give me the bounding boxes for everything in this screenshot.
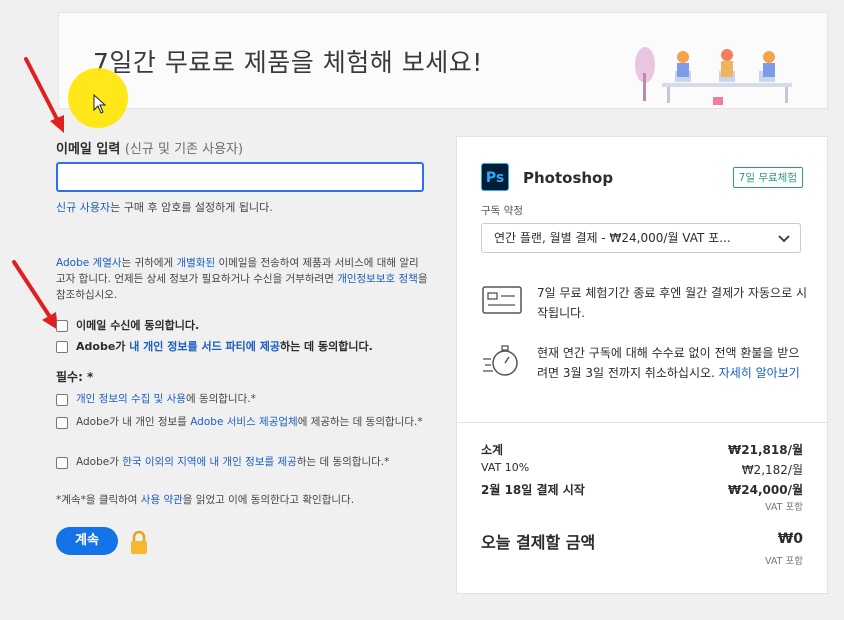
refund-info: 현재 연간 구독에 대해 수수료 없이 전액 환불을 받으려면 3월 3일 전까… xyxy=(537,346,800,380)
plan-select[interactable]: 연간 플랜, 월별 결제 - ₩24,000/월 VAT 포... xyxy=(481,223,801,253)
service-provider-link[interactable]: Adobe 서비스 제공업체 xyxy=(190,416,298,428)
continue-button[interactable]: 계속 xyxy=(56,527,118,555)
order-summary-card: Ps Photoshop 7일 무료체험 구독 약정 연간 플랜, 월별 결제 … xyxy=(456,136,828,594)
required-consent-3-row: Adobe가 한국 이외의 지역에 내 개인 정보를 제공하는 데 동의합니다.… xyxy=(56,455,428,470)
auto-billing-info: 7일 무료 체험기간 종료 후엔 월간 결제가 자동으로 시작됩니다. xyxy=(537,286,807,320)
required-consent-2-label: Adobe가 내 개인 정보를 Adobe 서비스 제공업체에 제공하는 데 동… xyxy=(76,416,423,428)
photoshop-icon: Ps xyxy=(481,163,509,191)
credit-card-icon xyxy=(482,286,522,314)
lock-icon xyxy=(131,530,147,554)
personalized-link[interactable]: 개별화된 xyxy=(177,257,216,269)
plan-label: 구독 약정 xyxy=(481,205,523,217)
new-user-note: 신규 사용자는 구매 후 암호를 설정하게 됩니다. xyxy=(56,201,273,214)
office-illustration xyxy=(635,47,792,105)
trial-badge: 7일 무료체험 xyxy=(732,167,803,188)
optin-email-row: 이메일 수신에 동의합니다. xyxy=(56,318,199,333)
summary-divider xyxy=(457,422,827,423)
adobe-affiliates-link[interactable]: Adobe 계열사 xyxy=(56,257,122,269)
mouse-cursor-icon xyxy=(93,94,107,114)
today-total-label: 오늘 결제할 금액 xyxy=(481,533,596,552)
required-consent-3-label: Adobe가 한국 이외의 지역에 내 개인 정보를 제공하는 데 동의합니다.… xyxy=(76,456,390,468)
product-name: Photoshop xyxy=(523,169,614,187)
billing-vat-note: VAT 포함 xyxy=(765,502,803,513)
billing-start-value: ₩24,000/월 xyxy=(728,483,803,497)
stopwatch-icon xyxy=(483,345,518,376)
optin-email-label: 이메일 수신에 동의합니다. xyxy=(76,319,200,332)
overseas-transfer-link[interactable]: 한국 이외의 지역에 내 개인 정보를 제공 xyxy=(122,456,297,468)
vat-label[interactable]: VAT 10% xyxy=(481,461,529,474)
required-label: 필수: * xyxy=(56,370,94,384)
plan-select-value: 연간 플랜, 월별 결제 - ₩24,000/월 VAT 포... xyxy=(494,231,731,245)
optin-third-party-row: Adobe가 내 개인 정보를 서드 파티에 제공하는 데 동의합니다. xyxy=(56,339,373,354)
subtotal-label: 소계 xyxy=(481,443,504,457)
optin-email-checkbox[interactable] xyxy=(56,320,68,332)
annotation-arrow-icon xyxy=(24,57,64,133)
email-label-sub: (신규 및 기존 사용자) xyxy=(124,142,244,157)
personal-info-link[interactable]: 개인 정보의 수집 및 사용 xyxy=(76,393,186,405)
required-consent-1-row: 개인 정보의 수집 및 사용에 동의합니다.* xyxy=(56,392,256,407)
required-consent-3-checkbox[interactable] xyxy=(56,457,68,469)
optin-third-party-checkbox[interactable] xyxy=(56,341,68,353)
terms-notice: *계속*을 클릭하여 사용 약관을 읽었고 이에 동의한다고 확인합니다. xyxy=(56,494,355,506)
banner-title: 7일간 무료로 제품을 체험해 보세요! xyxy=(93,48,483,77)
required-consent-1-label: 개인 정보의 수집 및 사용에 동의합니다.* xyxy=(76,393,256,405)
today-vat-note: VAT 포함 xyxy=(765,556,803,567)
chevron-down-icon xyxy=(778,235,790,243)
vat-value: ₩2,182/월 xyxy=(741,463,803,477)
hero-banner: 7일간 무료로 제품을 체험해 보세요! xyxy=(58,12,828,109)
terms-link[interactable]: 사용 약관 xyxy=(141,494,183,506)
marketing-disclosure: Adobe 계열사는 귀하에게 개별화된 이메일을 전송하여 제품과 서비스에 … xyxy=(56,257,428,301)
third-party-link[interactable]: 내 개인 정보를 서드 파티에 제공 xyxy=(129,340,280,353)
today-total-value: ₩0 xyxy=(777,531,803,547)
privacy-policy-link[interactable]: 개인정보보호 정책 xyxy=(337,273,418,285)
email-input[interactable] xyxy=(56,162,424,192)
subtotal-value: ₩21,818/월 xyxy=(728,443,803,457)
required-consent-2-row: Adobe가 내 개인 정보를 Adobe 서비스 제공업체에 제공하는 데 동… xyxy=(56,415,428,430)
optin-third-party-label: Adobe가 내 개인 정보를 서드 파티에 제공하는 데 동의합니다. xyxy=(76,340,373,353)
learn-more-link[interactable]: 자세히 알아보기 xyxy=(719,366,800,380)
email-label: 이메일 입력 (신규 및 기존 사용자) xyxy=(56,142,244,157)
billing-start-label: 2월 18일 결제 시작 xyxy=(481,483,585,497)
required-consent-1-checkbox[interactable] xyxy=(56,394,68,406)
required-consent-2-checkbox[interactable] xyxy=(56,417,68,429)
